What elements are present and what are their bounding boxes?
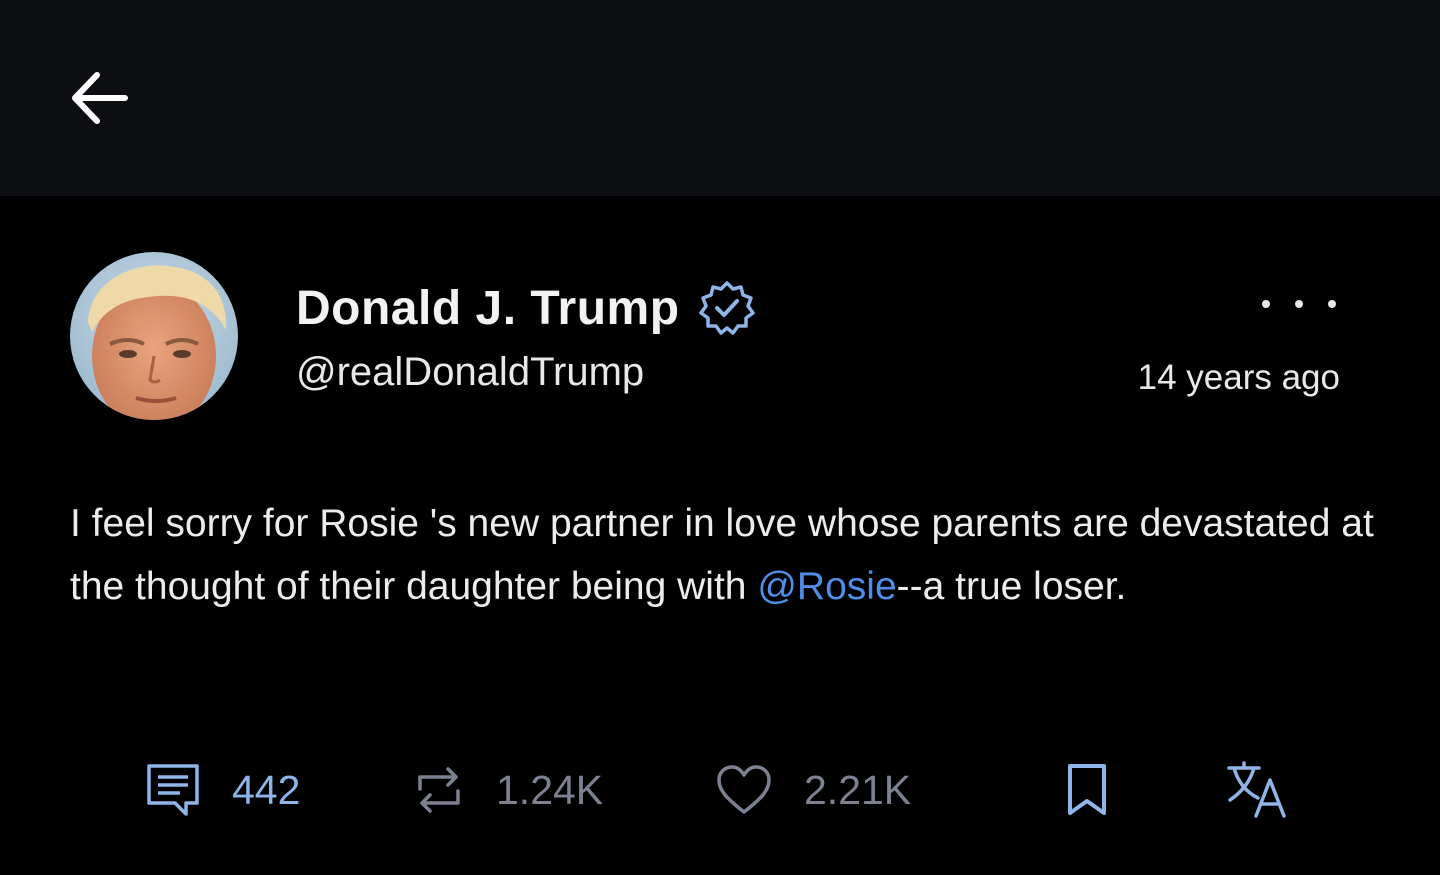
mention-link[interactable]: @Rosie: [757, 565, 896, 608]
repost-button[interactable]: 1.24K: [414, 748, 603, 832]
more-options-icon-dot: [1295, 300, 1303, 308]
bookmark-button[interactable]: [1066, 748, 1108, 832]
bookmark-icon: [1068, 764, 1106, 815]
repost-icon: [418, 767, 460, 813]
heart-icon: [717, 765, 771, 814]
author-handle[interactable]: @realDonaldTrump: [296, 350, 644, 395]
avatar-image: [70, 252, 238, 420]
post-text: I feel sorry for Rosie 's new partner in…: [70, 492, 1380, 618]
translate-button[interactable]: [1226, 748, 1288, 832]
verified-badge-icon: [698, 281, 755, 335]
reply-count: 442: [232, 766, 301, 813]
avatar[interactable]: [70, 252, 238, 420]
action-bar: 442 1.24K 2.21K: [0, 748, 1440, 832]
repost-count: 1.24K: [496, 766, 604, 813]
post-text-part2: --a true loser.: [896, 565, 1127, 608]
post-timestamp: 14 years ago: [1137, 358, 1340, 397]
top-bar: [0, 0, 1440, 196]
like-button[interactable]: 2.21K: [716, 748, 911, 832]
arrow-left-icon: [72, 72, 128, 124]
translate-icon: [1227, 761, 1286, 818]
more-options-icon: [1262, 300, 1270, 308]
more-options-button[interactable]: [1262, 282, 1336, 326]
more-options-icon-dot: [1328, 300, 1336, 308]
post-text-part1: I feel sorry for Rosie 's new partner in…: [70, 502, 1374, 608]
comment-icon: [147, 764, 199, 816]
like-count: 2.21K: [804, 766, 912, 813]
reply-button[interactable]: 442: [146, 748, 300, 832]
author-row: Donald J. Trump: [296, 278, 756, 338]
back-button[interactable]: [62, 64, 134, 132]
author-name[interactable]: Donald J. Trump: [296, 281, 680, 336]
